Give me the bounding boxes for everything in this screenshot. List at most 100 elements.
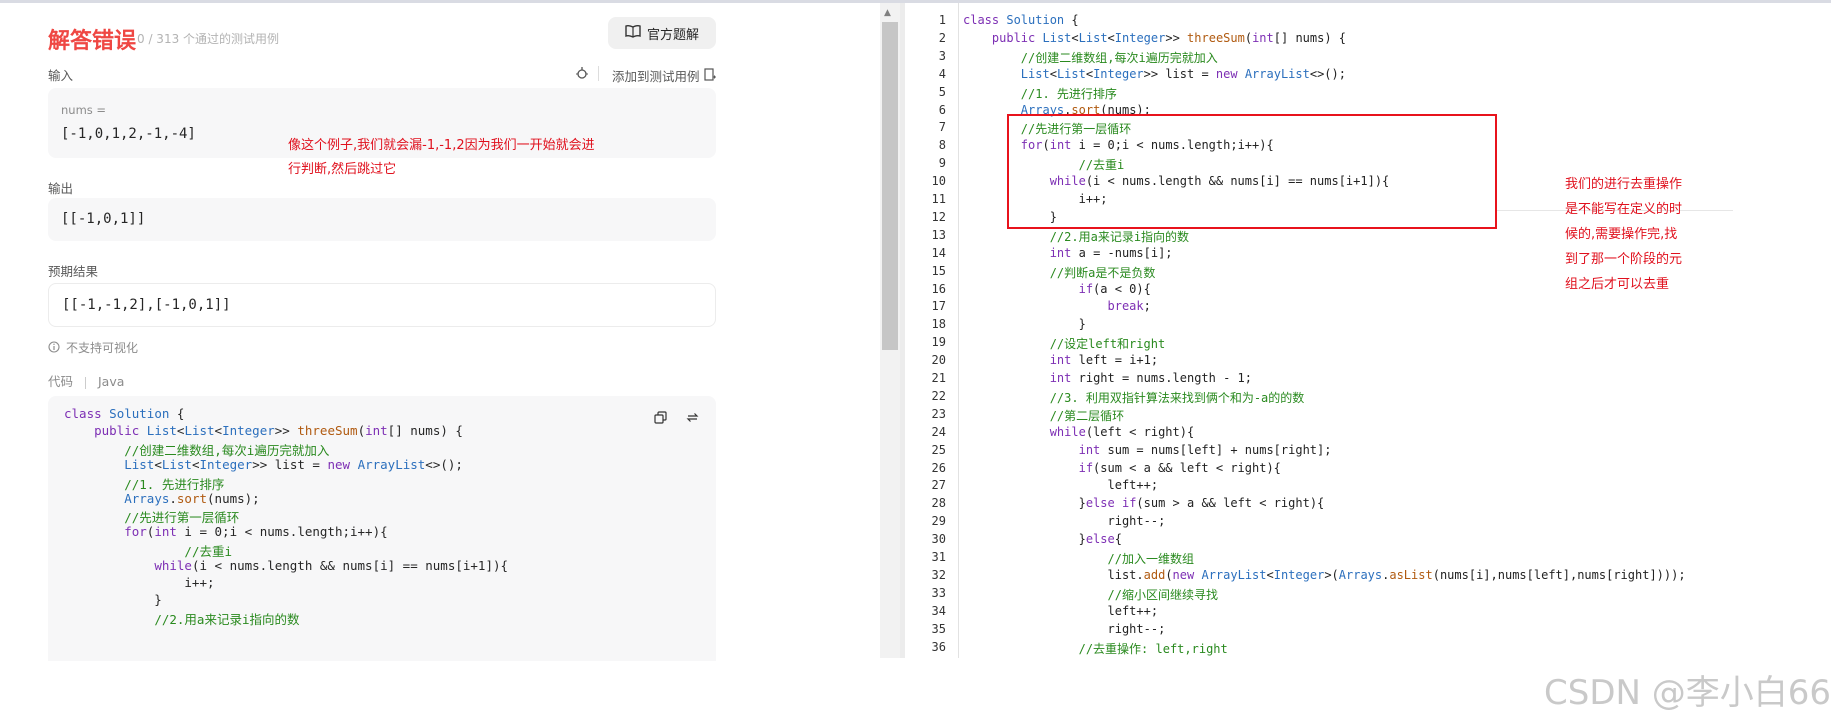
editor-code-line[interactable]: //判断a是不是负数 xyxy=(963,264,1156,281)
visualize-note: 不支持可视化 xyxy=(48,338,138,357)
output-box: [[-1,0,1]] xyxy=(48,198,716,241)
editor-code-line[interactable]: public List<List<Integer>> threeSum(int[… xyxy=(963,31,1346,45)
editor-code-line[interactable]: if(sum < a && left < right){ xyxy=(963,461,1281,475)
editor-code-line[interactable]: left++; xyxy=(963,604,1158,618)
code-line: Arrays.sort(nums); xyxy=(124,490,260,506)
input-value: [-1,0,1,2,-1,-4] xyxy=(61,126,196,142)
line-number: 18 xyxy=(931,317,946,332)
line-number: 7 xyxy=(938,120,946,135)
editor-code-line[interactable]: }else{ xyxy=(963,532,1122,546)
editor-code-line[interactable]: //设定left和right xyxy=(963,335,1165,352)
line-number: 30 xyxy=(931,532,946,547)
code-line: //2.用a来记录i指向的数 xyxy=(154,611,300,627)
line-number: 4 xyxy=(938,66,946,81)
editor-code-line[interactable]: //第二层循环 xyxy=(963,407,1124,424)
add-testcase-label: 添加到测试用例 xyxy=(612,69,700,84)
line-number: 6 xyxy=(938,102,946,117)
editor-code-line[interactable]: } xyxy=(963,317,1086,331)
input-label: 输入 xyxy=(48,68,74,83)
line-number: 10 xyxy=(931,174,946,189)
separator xyxy=(598,66,599,81)
code-language: Java xyxy=(97,374,125,389)
line-number: 5 xyxy=(938,84,946,99)
editor-code-line[interactable]: int sum = nums[left] + nums[right]; xyxy=(963,443,1332,457)
editor-code-line[interactable]: //加入一维数组 xyxy=(963,550,1194,567)
testcase-pass-count: 0 / 313 个通过的测试用例 xyxy=(137,32,280,46)
line-number: 3 xyxy=(938,48,946,63)
line-number: 25 xyxy=(931,442,946,457)
editor-code-line[interactable]: right--; xyxy=(963,514,1165,528)
input-var-name: nums = xyxy=(61,103,107,117)
add-to-testcase-button[interactable]: 添加到测试用例 xyxy=(612,66,716,85)
editor-code-line[interactable]: int right = nums.length - 1; xyxy=(963,371,1252,385)
editor-code-line[interactable]: if(a < 0){ xyxy=(963,282,1151,296)
line-number: 9 xyxy=(938,156,946,171)
debug-icon[interactable] xyxy=(575,66,589,83)
restore-code-icon[interactable] xyxy=(681,406,703,428)
editor-code-line[interactable]: //2.用a来记录i指向的数 xyxy=(963,228,1189,245)
line-number: 2 xyxy=(938,30,946,45)
scroll-up-arrow-icon[interactable]: ▲ xyxy=(884,8,891,18)
line-number: 27 xyxy=(931,478,946,493)
code-meta: 代码 Java xyxy=(48,371,124,390)
line-number: 29 xyxy=(931,514,946,529)
scrollbar-thumb[interactable] xyxy=(882,22,898,350)
output-value: [[-1,0,1]] xyxy=(61,211,146,227)
editor-code-line[interactable]: //3. 利用双指针算法来找到俩个和为-a的的数 xyxy=(963,389,1305,406)
editor-code-line[interactable]: int left = i+1; xyxy=(963,353,1158,367)
line-number: 20 xyxy=(931,353,946,368)
editor-code-line[interactable]: //1. 先进行排序 xyxy=(963,85,1117,102)
expected-value: [[-1,-1,2],[-1,0,1]] xyxy=(62,297,231,313)
editor-code-line[interactable]: //缩小区间继续寻找 xyxy=(963,586,1218,603)
editor-code-line[interactable]: //去重操作: left,right xyxy=(963,640,1228,657)
editor-code-line[interactable]: int a = -nums[i]; xyxy=(963,246,1173,260)
line-number: 14 xyxy=(931,245,946,260)
result-panel: 解答错误 0 / 313 个通过的测试用例 官方题解 输入 添加到测试用例 nu… xyxy=(0,3,880,661)
result-status-title: 解答错误 xyxy=(48,29,137,54)
info-icon xyxy=(48,338,60,357)
line-number: 31 xyxy=(931,550,946,564)
highlight-box xyxy=(1007,114,1497,229)
editor-code-line[interactable]: class Solution { xyxy=(963,13,1079,27)
code-line: i++; xyxy=(64,575,215,590)
code-line: public List<List<Integer>> threeSum(int[… xyxy=(94,422,463,438)
submitted-code-box: class Solution { public List<List<Intege… xyxy=(48,396,716,661)
official-solution-button[interactable]: 官方题解 xyxy=(608,17,716,49)
code-label: 代码 xyxy=(48,374,74,389)
editor-code-line[interactable]: left++; xyxy=(963,478,1158,492)
output-label: 输出 xyxy=(48,181,74,196)
line-number: 8 xyxy=(938,138,946,153)
line-number: 15 xyxy=(931,263,946,278)
line-number: 32 xyxy=(931,567,946,582)
line-number: 26 xyxy=(931,460,946,475)
book-icon xyxy=(625,24,641,42)
line-number: 34 xyxy=(931,603,946,618)
editor-code-line[interactable]: List<List<Integer>> list = new ArrayList… xyxy=(963,67,1346,81)
expected-label: 预期结果 xyxy=(48,264,99,279)
editor-code-line[interactable]: break; xyxy=(963,299,1151,313)
annotation-right: 我们的进行去重操作 是不能写在定义的时 候的,需要操作完,找 到了那一个阶段的元… xyxy=(1565,172,1705,297)
annotation-right-line5: 组之后才可以去重 xyxy=(1565,277,1670,292)
line-number: 23 xyxy=(931,406,946,421)
annotation-left-line1: 像这个例子,我们就会漏-1,-1,2因为我们一开始就会进 xyxy=(288,138,595,153)
editor-code-line[interactable]: while(left < right){ xyxy=(963,425,1195,439)
annotation-right-line1: 我们的进行去重操作 xyxy=(1565,177,1683,192)
editor-code-line[interactable]: right--; xyxy=(963,622,1165,636)
official-solution-label: 官方题解 xyxy=(646,27,699,43)
line-number: 11 xyxy=(931,192,946,206)
editor-code-line[interactable]: //创建二维数组,每次i遍历完就加入 xyxy=(963,49,1218,66)
visualize-note-text: 不支持可视化 xyxy=(66,341,139,355)
code-line: class Solution { xyxy=(64,406,185,421)
code-line: List<List<Integer>> list = new ArrayList… xyxy=(124,456,463,472)
editor-code-line[interactable]: }else if(sum > a && left < right){ xyxy=(963,496,1325,510)
line-number: 19 xyxy=(931,335,946,350)
line-number: 12 xyxy=(931,209,946,224)
code-line: for(int i = 0;i < nums.length;i++){ xyxy=(124,524,388,540)
add-file-icon xyxy=(703,68,716,84)
expected-box: [[-1,-1,2],[-1,0,1]] xyxy=(48,283,716,327)
line-number: 22 xyxy=(931,388,946,403)
editor-code-line[interactable]: list.add(new ArrayList<Integer>(Arrays.a… xyxy=(963,568,1685,582)
line-number: 13 xyxy=(931,227,946,242)
separator xyxy=(85,376,86,389)
copy-icon[interactable] xyxy=(649,406,671,428)
